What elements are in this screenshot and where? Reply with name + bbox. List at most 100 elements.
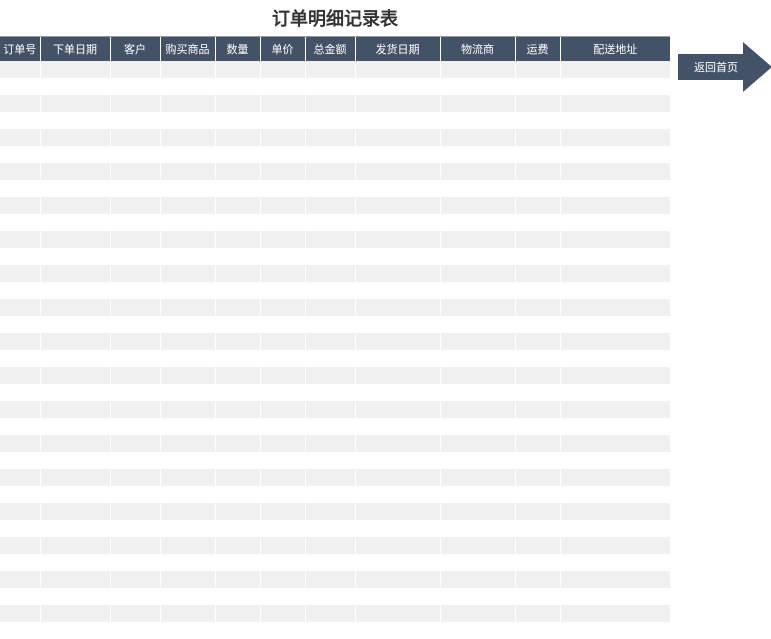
table-cell[interactable] [560, 605, 670, 622]
table-cell[interactable] [440, 537, 515, 554]
table-row[interactable] [0, 197, 670, 214]
table-cell[interactable] [355, 282, 440, 299]
table-cell[interactable] [305, 78, 355, 95]
table-cell[interactable] [110, 78, 160, 95]
table-cell[interactable] [215, 163, 260, 180]
table-cell[interactable] [110, 605, 160, 622]
table-cell[interactable] [215, 299, 260, 316]
table-cell[interactable] [440, 401, 515, 418]
table-cell[interactable] [515, 95, 560, 112]
column-header-address[interactable]: 配送地址 [560, 37, 670, 61]
column-header-logistics[interactable]: 物流商 [440, 37, 515, 61]
table-cell[interactable] [215, 401, 260, 418]
table-cell[interactable] [560, 78, 670, 95]
table-cell[interactable] [260, 401, 305, 418]
table-cell[interactable] [260, 248, 305, 265]
column-header-total[interactable]: 总金额 [305, 37, 355, 61]
table-cell[interactable] [260, 384, 305, 401]
table-cell[interactable] [355, 333, 440, 350]
table-cell[interactable] [515, 146, 560, 163]
table-cell[interactable] [215, 605, 260, 622]
table-cell[interactable] [260, 61, 305, 78]
table-cell[interactable] [160, 350, 215, 367]
table-cell[interactable] [160, 622, 215, 639]
table-cell[interactable] [40, 503, 110, 520]
table-cell[interactable] [515, 469, 560, 486]
table-row[interactable] [0, 61, 670, 78]
table-cell[interactable] [560, 316, 670, 333]
table-cell[interactable] [40, 129, 110, 146]
table-cell[interactable] [110, 367, 160, 384]
table-cell[interactable] [40, 350, 110, 367]
table-cell[interactable] [515, 163, 560, 180]
table-cell[interactable] [440, 367, 515, 384]
table-cell[interactable] [305, 452, 355, 469]
table-cell[interactable] [215, 231, 260, 248]
table-cell[interactable] [440, 112, 515, 129]
table-row[interactable] [0, 231, 670, 248]
table-cell[interactable] [0, 282, 40, 299]
table-cell[interactable] [260, 112, 305, 129]
table-row[interactable] [0, 316, 670, 333]
table-cell[interactable] [110, 435, 160, 452]
table-cell[interactable] [440, 78, 515, 95]
table-cell[interactable] [440, 129, 515, 146]
table-cell[interactable] [440, 180, 515, 197]
table-cell[interactable] [40, 435, 110, 452]
table-cell[interactable] [440, 248, 515, 265]
table-cell[interactable] [355, 418, 440, 435]
table-cell[interactable] [355, 622, 440, 639]
table-cell[interactable] [260, 605, 305, 622]
table-cell[interactable] [40, 486, 110, 503]
table-cell[interactable] [215, 112, 260, 129]
table-cell[interactable] [110, 163, 160, 180]
table-row[interactable] [0, 384, 670, 401]
table-cell[interactable] [0, 95, 40, 112]
table-cell[interactable] [305, 180, 355, 197]
table-cell[interactable] [355, 452, 440, 469]
table-cell[interactable] [260, 95, 305, 112]
table-cell[interactable] [305, 418, 355, 435]
table-cell[interactable] [260, 129, 305, 146]
table-cell[interactable] [40, 588, 110, 605]
table-cell[interactable] [40, 146, 110, 163]
table-cell[interactable] [440, 503, 515, 520]
table-cell[interactable] [355, 129, 440, 146]
table-cell[interactable] [260, 486, 305, 503]
table-cell[interactable] [110, 571, 160, 588]
table-cell[interactable] [260, 163, 305, 180]
table-row[interactable] [0, 401, 670, 418]
table-cell[interactable] [560, 299, 670, 316]
table-cell[interactable] [440, 316, 515, 333]
table-cell[interactable] [355, 146, 440, 163]
table-cell[interactable] [560, 95, 670, 112]
table-cell[interactable] [160, 180, 215, 197]
table-cell[interactable] [560, 435, 670, 452]
table-cell[interactable] [110, 588, 160, 605]
table-cell[interactable] [0, 384, 40, 401]
table-cell[interactable] [440, 486, 515, 503]
table-row[interactable] [0, 163, 670, 180]
table-cell[interactable] [160, 61, 215, 78]
table-cell[interactable] [515, 265, 560, 282]
table-cell[interactable] [440, 622, 515, 639]
table-cell[interactable] [110, 146, 160, 163]
table-cell[interactable] [515, 401, 560, 418]
table-cell[interactable] [515, 316, 560, 333]
table-cell[interactable] [160, 333, 215, 350]
table-cell[interactable] [215, 435, 260, 452]
table-cell[interactable] [0, 605, 40, 622]
table-cell[interactable] [215, 78, 260, 95]
column-header-customer[interactable]: 客户 [110, 37, 160, 61]
table-cell[interactable] [0, 333, 40, 350]
table-cell[interactable] [515, 554, 560, 571]
table-cell[interactable] [515, 299, 560, 316]
table-cell[interactable] [110, 112, 160, 129]
table-cell[interactable] [0, 146, 40, 163]
table-cell[interactable] [160, 367, 215, 384]
table-cell[interactable] [440, 350, 515, 367]
table-cell[interactable] [355, 197, 440, 214]
table-cell[interactable] [40, 231, 110, 248]
table-cell[interactable] [0, 248, 40, 265]
table-cell[interactable] [515, 435, 560, 452]
